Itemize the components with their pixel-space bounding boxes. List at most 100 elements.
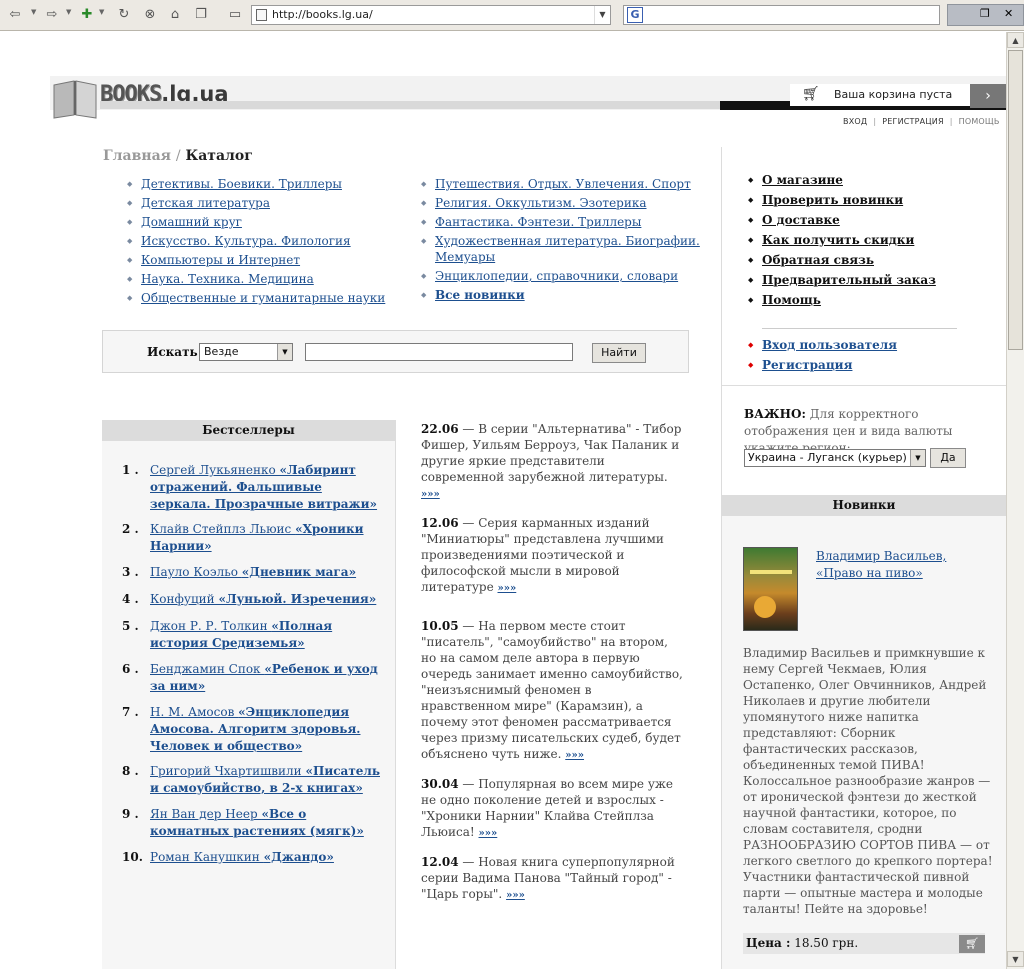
back-dropdown-icon[interactable]: ▼ — [31, 8, 36, 16]
search-scope-select[interactable]: Везде ▼ — [199, 343, 293, 361]
chevron-down-icon[interactable]: ▼ — [594, 6, 610, 24]
category-link[interactable]: Компьютеры и Интернет — [141, 253, 300, 267]
region-submit-button[interactable]: Да — [930, 448, 966, 468]
section-divider — [722, 385, 1006, 386]
plugin-icon[interactable]: ✚ — [78, 6, 96, 24]
breadcrumb-home[interactable]: Главная — [103, 148, 171, 164]
category-link[interactable]: Художественная литература. Биографии. Ме… — [435, 234, 700, 264]
category-link[interactable]: Общественные и гуманитарные науки — [141, 291, 385, 305]
bestseller-link[interactable]: Н. М. Амосов «Энциклопедия Амосова. Алго… — [150, 704, 380, 755]
menu-link-help[interactable]: Помощь — [762, 293, 821, 307]
category-item: Детская литература — [127, 195, 397, 211]
bestseller-link[interactable]: Клайв Стейплз Льюис «Хроники Нарнии» — [150, 521, 380, 555]
search-input[interactable] — [305, 343, 573, 361]
all-new-link[interactable]: Все новинки — [435, 288, 525, 302]
reload-icon[interactable]: ↻ — [115, 6, 133, 24]
category-link[interactable]: Наука. Техника. Медицина — [141, 272, 314, 286]
header-divider — [100, 101, 720, 109]
category-item: Все новинки — [421, 287, 701, 303]
menu-link-delivery[interactable]: О доставке — [762, 213, 840, 227]
plugin-dropdown-icon[interactable]: ▼ — [99, 8, 104, 16]
page-icon[interactable]: ▭ — [226, 6, 244, 24]
menu-item: О доставке — [748, 212, 936, 228]
stop-icon[interactable]: ⊗ — [141, 6, 159, 24]
new-book-description: Владимир Васильев и примкнувшие к нему С… — [743, 646, 993, 916]
category-link[interactable]: Искусство. Культура. Филология — [141, 234, 351, 248]
bestseller-link[interactable]: Пауло Коэльо «Дневник мага» — [150, 564, 380, 581]
category-link[interactable]: Фантастика. Фэнтези. Триллеры — [435, 215, 641, 229]
chevron-down-icon[interactable]: ▼ — [277, 344, 292, 360]
add-to-cart-icon[interactable]: 🛒︎ — [959, 935, 985, 953]
cart-go-button[interactable]: › — [970, 84, 1006, 108]
news-more-link[interactable]: »»» — [498, 583, 517, 594]
category-link[interactable]: Детская литература — [141, 196, 270, 210]
restore-icon[interactable]: ❐ — [980, 7, 990, 20]
register-link[interactable]: РЕГИСТРАЦИЯ — [882, 117, 943, 126]
login-link[interactable]: ВХОД — [843, 117, 867, 126]
book-logo-icon[interactable] — [52, 75, 98, 119]
category-link[interactable]: Энциклопедии, справочники, словари — [435, 269, 678, 283]
news-text: — Новая книга суперпопулярной серии Вади… — [421, 855, 675, 901]
close-icon[interactable]: ✕ — [1004, 7, 1013, 20]
back-icon[interactable]: ⇦ — [6, 6, 24, 24]
help-link[interactable]: ПОМОЩЬ — [959, 117, 1000, 126]
chevron-down-icon[interactable]: ▼ — [910, 450, 925, 466]
menu-link-check-new[interactable]: Проверить новинки — [762, 193, 903, 207]
scroll-up-icon[interactable]: ▲ — [1007, 32, 1024, 48]
user-register-link[interactable]: Регистрация — [762, 358, 852, 372]
google-search-box[interactable]: G — [623, 5, 940, 25]
category-item: Фантастика. Фэнтези. Триллеры — [421, 214, 701, 230]
menu-link-discounts[interactable]: Как получить скидки — [762, 233, 914, 247]
bestseller-rank: 1 . — [122, 463, 139, 477]
home-icon[interactable]: ⌂ — [166, 6, 184, 24]
bestseller-link[interactable]: Бенджамин Спок «Ребенок и уход за ним» — [150, 661, 380, 695]
google-icon[interactable]: G — [627, 7, 643, 23]
user-login-link[interactable]: Вход пользователя — [762, 338, 897, 352]
region-select[interactable]: Украина - Луганск (курьер) ▼ — [744, 449, 926, 467]
category-item: Искусство. Культура. Филология — [127, 233, 397, 249]
new-arrivals-panel: Новинки Владимир Васильев, «Право на пив… — [722, 495, 1006, 969]
category-item: Общественные и гуманитарные науки — [127, 290, 397, 306]
news-more-link[interactable]: »»» — [479, 828, 498, 839]
news-more-link[interactable]: »»» — [565, 750, 584, 761]
region-notice-label: ВАЖНО: — [744, 407, 806, 421]
bestseller-title: «Дневник мага» — [241, 565, 357, 579]
forward-dropdown-icon[interactable]: ▼ — [66, 8, 71, 16]
bestseller-link[interactable]: Конфуций «Луньюй. Изречения» — [150, 591, 380, 608]
news-more-link[interactable]: »»» — [421, 489, 440, 500]
category-link[interactable]: Детективы. Боевики. Триллеры — [141, 177, 342, 191]
bestseller-link[interactable]: Сергей Лукьяненко «Лабиринт отражений. Ф… — [150, 462, 380, 513]
news-date: 12.04 — [421, 855, 459, 869]
search-button[interactable]: Найти — [592, 343, 646, 363]
category-link[interactable]: Путешествия. Отдых. Увлечения. Спорт — [435, 177, 691, 191]
address-bar[interactable]: http://books.lg.ua/ ▼ — [251, 5, 611, 25]
menu-link-preorder[interactable]: Предварительный заказ — [762, 273, 936, 287]
new-book-link[interactable]: Владимир Васильев, «Право на пиво» — [816, 548, 986, 582]
forward-icon[interactable]: ⇨ — [43, 6, 61, 24]
scroll-down-icon[interactable]: ▼ — [1007, 951, 1024, 967]
menu-item: О магазине — [748, 172, 936, 188]
menu-link-feedback[interactable]: Обратная связь — [762, 253, 874, 267]
bestseller-rank: 4 . — [122, 592, 139, 606]
price-label-text: Цена : — [746, 936, 791, 950]
cart-icon: 🛒︎ — [802, 86, 820, 102]
book-cover-image[interactable] — [743, 547, 798, 631]
category-item: Компьютеры и Интернет — [127, 252, 397, 268]
scroll-thumb[interactable] — [1008, 50, 1023, 350]
bestseller-link[interactable]: Ян Ван дер Неер «Все о комнатных растени… — [150, 806, 380, 840]
price-label: Цена : 18.50 грн. — [746, 936, 858, 950]
vertical-scrollbar[interactable]: ▲ ▼ — [1006, 32, 1024, 969]
menu-item: Вход пользователя — [748, 337, 897, 353]
bestseller-link[interactable]: Джон Р. Р. Толкин «Полная история Средиз… — [150, 618, 380, 652]
bestseller-rank: 8 . — [122, 764, 139, 778]
news-item: 12.06 — Серия карманных изданий "Миниатю… — [421, 515, 683, 597]
bestseller-rank: 9 . — [122, 807, 139, 821]
bestseller-link[interactable]: Григорий Чхартишвили «Писатель и самоуби… — [150, 763, 380, 797]
category-link[interactable]: Домашний круг — [141, 215, 242, 229]
bestseller-link[interactable]: Роман Канушкин «Джандо» — [150, 849, 380, 866]
window-icon[interactable]: ❐ — [192, 6, 210, 24]
news-more-link[interactable]: »»» — [506, 890, 525, 901]
menu-link-about[interactable]: О магазине — [762, 173, 843, 187]
category-link[interactable]: Религия. Оккультизм. Эзотерика — [435, 196, 647, 210]
user-menu: Вход пользователя Регистрация — [748, 337, 897, 377]
